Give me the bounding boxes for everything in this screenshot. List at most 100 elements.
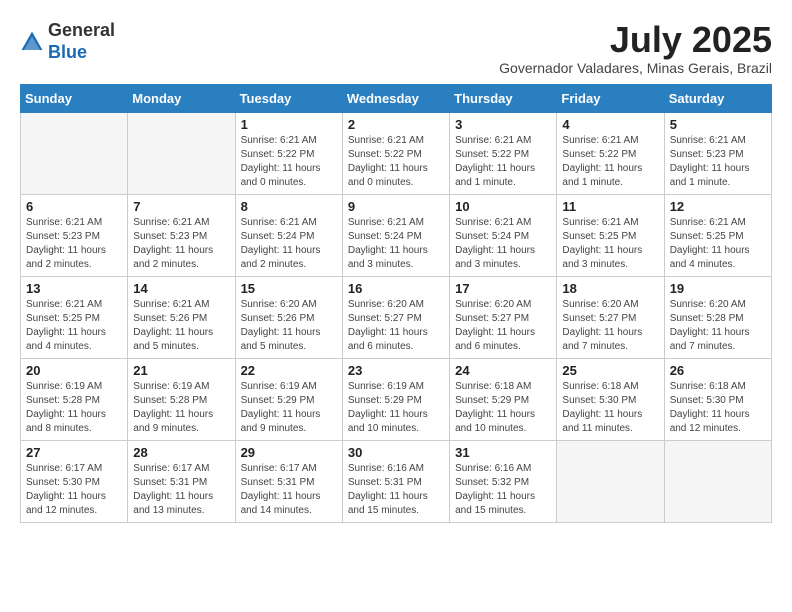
day-number: 15	[241, 281, 337, 296]
day-info: Sunrise: 6:19 AMSunset: 5:29 PMDaylight:…	[241, 380, 337, 436]
calendar-week-row: 13 Sunrise: 6:21 AMSunset: 5:25 PMDayligh…	[21, 276, 772, 358]
calendar-cell: 28Sunrise: 6:17 AMSunset: 5:31 PMDayligh…	[128, 440, 235, 522]
day-number: 21	[133, 363, 229, 378]
calendar-cell: 18 Sunrise: 6:20 AMSunset: 5:27 PMDayligh…	[557, 276, 664, 358]
calendar-week-row: 20 Sunrise: 6:19 AMSunset: 5:28 PMDayligh…	[21, 358, 772, 440]
day-number: 10	[455, 199, 551, 214]
day-number: 19	[670, 281, 766, 296]
day-number: 16	[348, 281, 444, 296]
calendar-cell: 7Sunrise: 6:21 AMSunset: 5:23 PMDaylight…	[128, 194, 235, 276]
day-info: Sunrise: 6:20 AMSunset: 5:28 PMDaylight:…	[670, 298, 766, 354]
calendar-table: SundayMondayTuesdayWednesdayThursdayFrid…	[20, 84, 772, 523]
day-info: Sunrise: 6:19 AMSunset: 5:29 PMDaylight:…	[348, 380, 444, 436]
day-number: 18	[562, 281, 658, 296]
calendar-cell: 16 Sunrise: 6:20 AMSunset: 5:27 PMDayligh…	[342, 276, 449, 358]
day-number: 26	[670, 363, 766, 378]
day-info: Sunrise: 6:20 AMSunset: 5:27 PMDaylight:…	[348, 298, 444, 354]
day-info: Sunrise: 6:16 AMSunset: 5:32 PMDaylight:…	[455, 462, 551, 518]
day-info: Sunrise: 6:21 AMSunset: 5:22 PMDaylight:…	[455, 134, 551, 190]
calendar-header-row: SundayMondayTuesdayWednesdayThursdayFrid…	[21, 84, 772, 112]
day-number: 30	[348, 445, 444, 460]
day-info: Sunrise: 6:17 AMSunset: 5:30 PMDaylight:…	[26, 462, 122, 518]
day-number: 2	[348, 117, 444, 132]
day-number: 14	[133, 281, 229, 296]
day-header-wednesday: Wednesday	[342, 84, 449, 112]
calendar-cell: 10 Sunrise: 6:21 AMSunset: 5:24 PMDayligh…	[450, 194, 557, 276]
day-number: 28	[133, 445, 229, 460]
day-info: Sunrise: 6:21 AMSunset: 5:26 PMDaylight:…	[133, 298, 229, 354]
day-info: Sunrise: 6:19 AMSunset: 5:28 PMDaylight:…	[133, 380, 229, 436]
day-number: 8	[241, 199, 337, 214]
month-title: July 2025	[499, 20, 772, 60]
day-number: 6	[26, 199, 122, 214]
day-info: Sunrise: 6:21 AMSunset: 5:22 PMDaylight:…	[348, 134, 444, 190]
day-info: Sunrise: 6:16 AMSunset: 5:31 PMDaylight:…	[348, 462, 444, 518]
day-number: 12	[670, 199, 766, 214]
day-info: Sunrise: 6:20 AMSunset: 5:26 PMDaylight:…	[241, 298, 337, 354]
calendar-cell	[128, 112, 235, 194]
day-number: 31	[455, 445, 551, 460]
logo: General Blue	[20, 20, 115, 63]
day-info: Sunrise: 6:21 AMSunset: 5:22 PMDaylight:…	[562, 134, 658, 190]
calendar-cell: 25Sunrise: 6:18 AMSunset: 5:30 PMDayligh…	[557, 358, 664, 440]
day-header-sunday: Sunday	[21, 84, 128, 112]
calendar-week-row: 1 Sunrise: 6:21 AMSunset: 5:22 PMDaylight…	[21, 112, 772, 194]
day-number: 13	[26, 281, 122, 296]
calendar-cell: 30 Sunrise: 6:16 AMSunset: 5:31 PMDayligh…	[342, 440, 449, 522]
day-info: Sunrise: 6:21 AMSunset: 5:23 PMDaylight:…	[670, 134, 766, 190]
calendar-cell: 15 Sunrise: 6:20 AMSunset: 5:26 PMDayligh…	[235, 276, 342, 358]
page-header: General Blue July 2025 Governador Valada…	[20, 20, 772, 76]
calendar-cell: 26 Sunrise: 6:18 AMSunset: 5:30 PMDayligh…	[664, 358, 771, 440]
day-info: Sunrise: 6:21 AMSunset: 5:25 PMDaylight:…	[26, 298, 122, 354]
day-info: Sunrise: 6:21 AMSunset: 5:24 PMDaylight:…	[348, 216, 444, 272]
logo-text: General Blue	[48, 20, 115, 63]
calendar-cell: 13 Sunrise: 6:21 AMSunset: 5:25 PMDayligh…	[21, 276, 128, 358]
day-number: 4	[562, 117, 658, 132]
day-number: 9	[348, 199, 444, 214]
day-number: 7	[133, 199, 229, 214]
calendar-cell: 29 Sunrise: 6:17 AMSunset: 5:31 PMDayligh…	[235, 440, 342, 522]
day-info: Sunrise: 6:18 AMSunset: 5:30 PMDaylight:…	[670, 380, 766, 436]
calendar-cell: 8 Sunrise: 6:21 AMSunset: 5:24 PMDaylight…	[235, 194, 342, 276]
calendar-cell: 23 Sunrise: 6:19 AMSunset: 5:29 PMDayligh…	[342, 358, 449, 440]
day-number: 5	[670, 117, 766, 132]
day-info: Sunrise: 6:18 AMSunset: 5:29 PMDaylight:…	[455, 380, 551, 436]
day-info: Sunrise: 6:20 AMSunset: 5:27 PMDaylight:…	[562, 298, 658, 354]
calendar-cell: 4 Sunrise: 6:21 AMSunset: 5:22 PMDaylight…	[557, 112, 664, 194]
calendar-cell: 24Sunrise: 6:18 AMSunset: 5:29 PMDayligh…	[450, 358, 557, 440]
day-number: 25	[562, 363, 658, 378]
calendar-cell: 9 Sunrise: 6:21 AMSunset: 5:24 PMDaylight…	[342, 194, 449, 276]
day-info: Sunrise: 6:17 AMSunset: 5:31 PMDaylight:…	[241, 462, 337, 518]
day-number: 22	[241, 363, 337, 378]
calendar-cell: 12Sunrise: 6:21 AMSunset: 5:25 PMDayligh…	[664, 194, 771, 276]
title-block: July 2025 Governador Valadares, Minas Ge…	[499, 20, 772, 76]
day-info: Sunrise: 6:21 AMSunset: 5:24 PMDaylight:…	[455, 216, 551, 272]
day-info: Sunrise: 6:21 AMSunset: 5:22 PMDaylight:…	[241, 134, 337, 190]
calendar-cell: 11Sunrise: 6:21 AMSunset: 5:25 PMDayligh…	[557, 194, 664, 276]
logo-icon	[20, 30, 44, 54]
location: Governador Valadares, Minas Gerais, Braz…	[499, 60, 772, 76]
day-number: 1	[241, 117, 337, 132]
calendar-cell	[21, 112, 128, 194]
day-info: Sunrise: 6:19 AMSunset: 5:28 PMDaylight:…	[26, 380, 122, 436]
calendar-cell: 19 Sunrise: 6:20 AMSunset: 5:28 PMDayligh…	[664, 276, 771, 358]
day-header-friday: Friday	[557, 84, 664, 112]
calendar-cell: 14 Sunrise: 6:21 AMSunset: 5:26 PMDayligh…	[128, 276, 235, 358]
day-number: 20	[26, 363, 122, 378]
calendar-cell: 20 Sunrise: 6:19 AMSunset: 5:28 PMDayligh…	[21, 358, 128, 440]
calendar-cell: 1 Sunrise: 6:21 AMSunset: 5:22 PMDaylight…	[235, 112, 342, 194]
calendar-cell: 6 Sunrise: 6:21 AMSunset: 5:23 PMDaylight…	[21, 194, 128, 276]
day-header-monday: Monday	[128, 84, 235, 112]
day-info: Sunrise: 6:21 AMSunset: 5:25 PMDaylight:…	[562, 216, 658, 272]
day-info: Sunrise: 6:21 AMSunset: 5:23 PMDaylight:…	[26, 216, 122, 272]
day-number: 17	[455, 281, 551, 296]
day-header-thursday: Thursday	[450, 84, 557, 112]
calendar-cell: 21 Sunrise: 6:19 AMSunset: 5:28 PMDayligh…	[128, 358, 235, 440]
calendar-cell: 3Sunrise: 6:21 AMSunset: 5:22 PMDaylight…	[450, 112, 557, 194]
calendar-cell	[557, 440, 664, 522]
day-number: 29	[241, 445, 337, 460]
day-number: 23	[348, 363, 444, 378]
calendar-cell: 31 Sunrise: 6:16 AMSunset: 5:32 PMDayligh…	[450, 440, 557, 522]
calendar-cell: 2 Sunrise: 6:21 AMSunset: 5:22 PMDaylight…	[342, 112, 449, 194]
day-info: Sunrise: 6:21 AMSunset: 5:24 PMDaylight:…	[241, 216, 337, 272]
